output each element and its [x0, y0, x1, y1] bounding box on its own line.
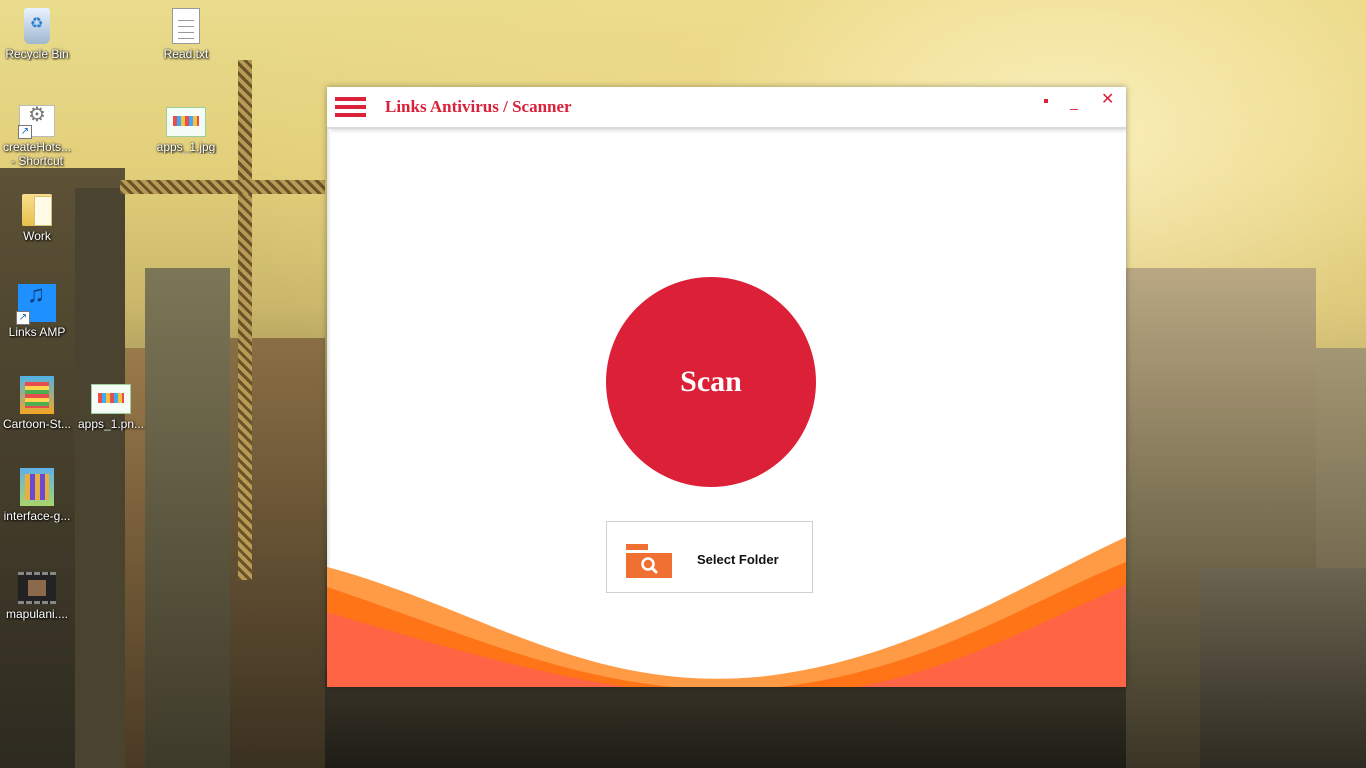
desktop-icon-apps-png[interactable]: apps_1.pn... — [74, 384, 148, 431]
desktop-icon-work-folder[interactable]: Work — [0, 194, 74, 243]
desktop-icon-label: Recycle Bin — [5, 47, 69, 61]
shortcut-arrow-icon: ↗ — [18, 125, 32, 139]
select-folder-label: Select Folder — [697, 552, 779, 567]
recycle-bin-icon — [24, 8, 50, 44]
crane-tower — [238, 60, 252, 580]
skyline-building — [145, 268, 230, 768]
crane-jib — [120, 180, 325, 194]
desktop-icon-label: createHots... — [2, 140, 72, 154]
title-bar[interactable]: Links Antivirus / Scanner _ ✕ — [327, 87, 1126, 129]
desktop-icon-label: apps_1.jpg — [156, 140, 216, 154]
folder-search-icon — [626, 544, 672, 578]
shortcut-app-icon: ↗ — [18, 105, 55, 139]
desktop-icon-interface[interactable]: interface-g... — [0, 468, 74, 523]
minimize-button[interactable]: _ — [1070, 95, 1078, 109]
desktop-icon-label: interface-g... — [3, 509, 71, 523]
restore-button[interactable] — [1044, 99, 1048, 103]
desktop-icon-read-txt[interactable]: Read.txt — [149, 8, 223, 61]
antivirus-app-window: Links Antivirus / Scanner _ ✕ Scan Selec… — [327, 87, 1126, 687]
desktop-icon-label: Links AMP — [8, 325, 66, 339]
desktop-icon-createhotspot-shortcut[interactable]: ↗ createHots... - Shortcut — [0, 105, 74, 168]
desktop-icon-links-amp[interactable]: ↗ Links AMP — [0, 284, 74, 339]
image-file-icon — [20, 468, 54, 506]
desktop-icon-label: Read.txt — [163, 47, 209, 61]
desktop-background: Recycle Bin Read.txt ↗ createHots... - S… — [0, 0, 1366, 768]
image-file-icon — [91, 384, 131, 414]
app-title: Links Antivirus / Scanner — [385, 97, 572, 116]
desktop-icon-label: mapulani.... — [5, 607, 69, 621]
hamburger-menu-icon[interactable] — [335, 97, 367, 119]
music-app-icon: ↗ — [16, 284, 56, 325]
image-file-icon — [20, 376, 54, 414]
scan-button[interactable]: Scan — [606, 277, 816, 487]
desktop-icon-apps-jpg[interactable]: apps_1.jpg — [149, 107, 223, 154]
image-file-icon — [166, 107, 206, 137]
desktop-icon-recycle-bin[interactable]: Recycle Bin — [0, 8, 74, 61]
folder-icon — [22, 194, 52, 226]
video-file-icon — [18, 572, 56, 604]
desktop-icon-mapulani-video[interactable]: mapulani.... — [0, 572, 74, 621]
desktop-icon-cartoon[interactable]: Cartoon-St... — [0, 376, 74, 431]
desktop-icon-label: Work — [23, 229, 51, 243]
select-folder-button[interactable]: Select Folder — [606, 521, 813, 593]
close-button[interactable]: ✕ — [1101, 92, 1114, 108]
shortcut-arrow-icon: ↗ — [16, 311, 30, 325]
skyline-building — [1200, 568, 1366, 768]
text-file-icon — [172, 8, 200, 44]
skyline-building — [75, 188, 125, 768]
desktop-icon-label: Cartoon-St... — [2, 417, 72, 431]
desktop-icon-label: apps_1.pn... — [77, 417, 145, 431]
desktop-icon-label-line2: - Shortcut — [10, 154, 64, 168]
